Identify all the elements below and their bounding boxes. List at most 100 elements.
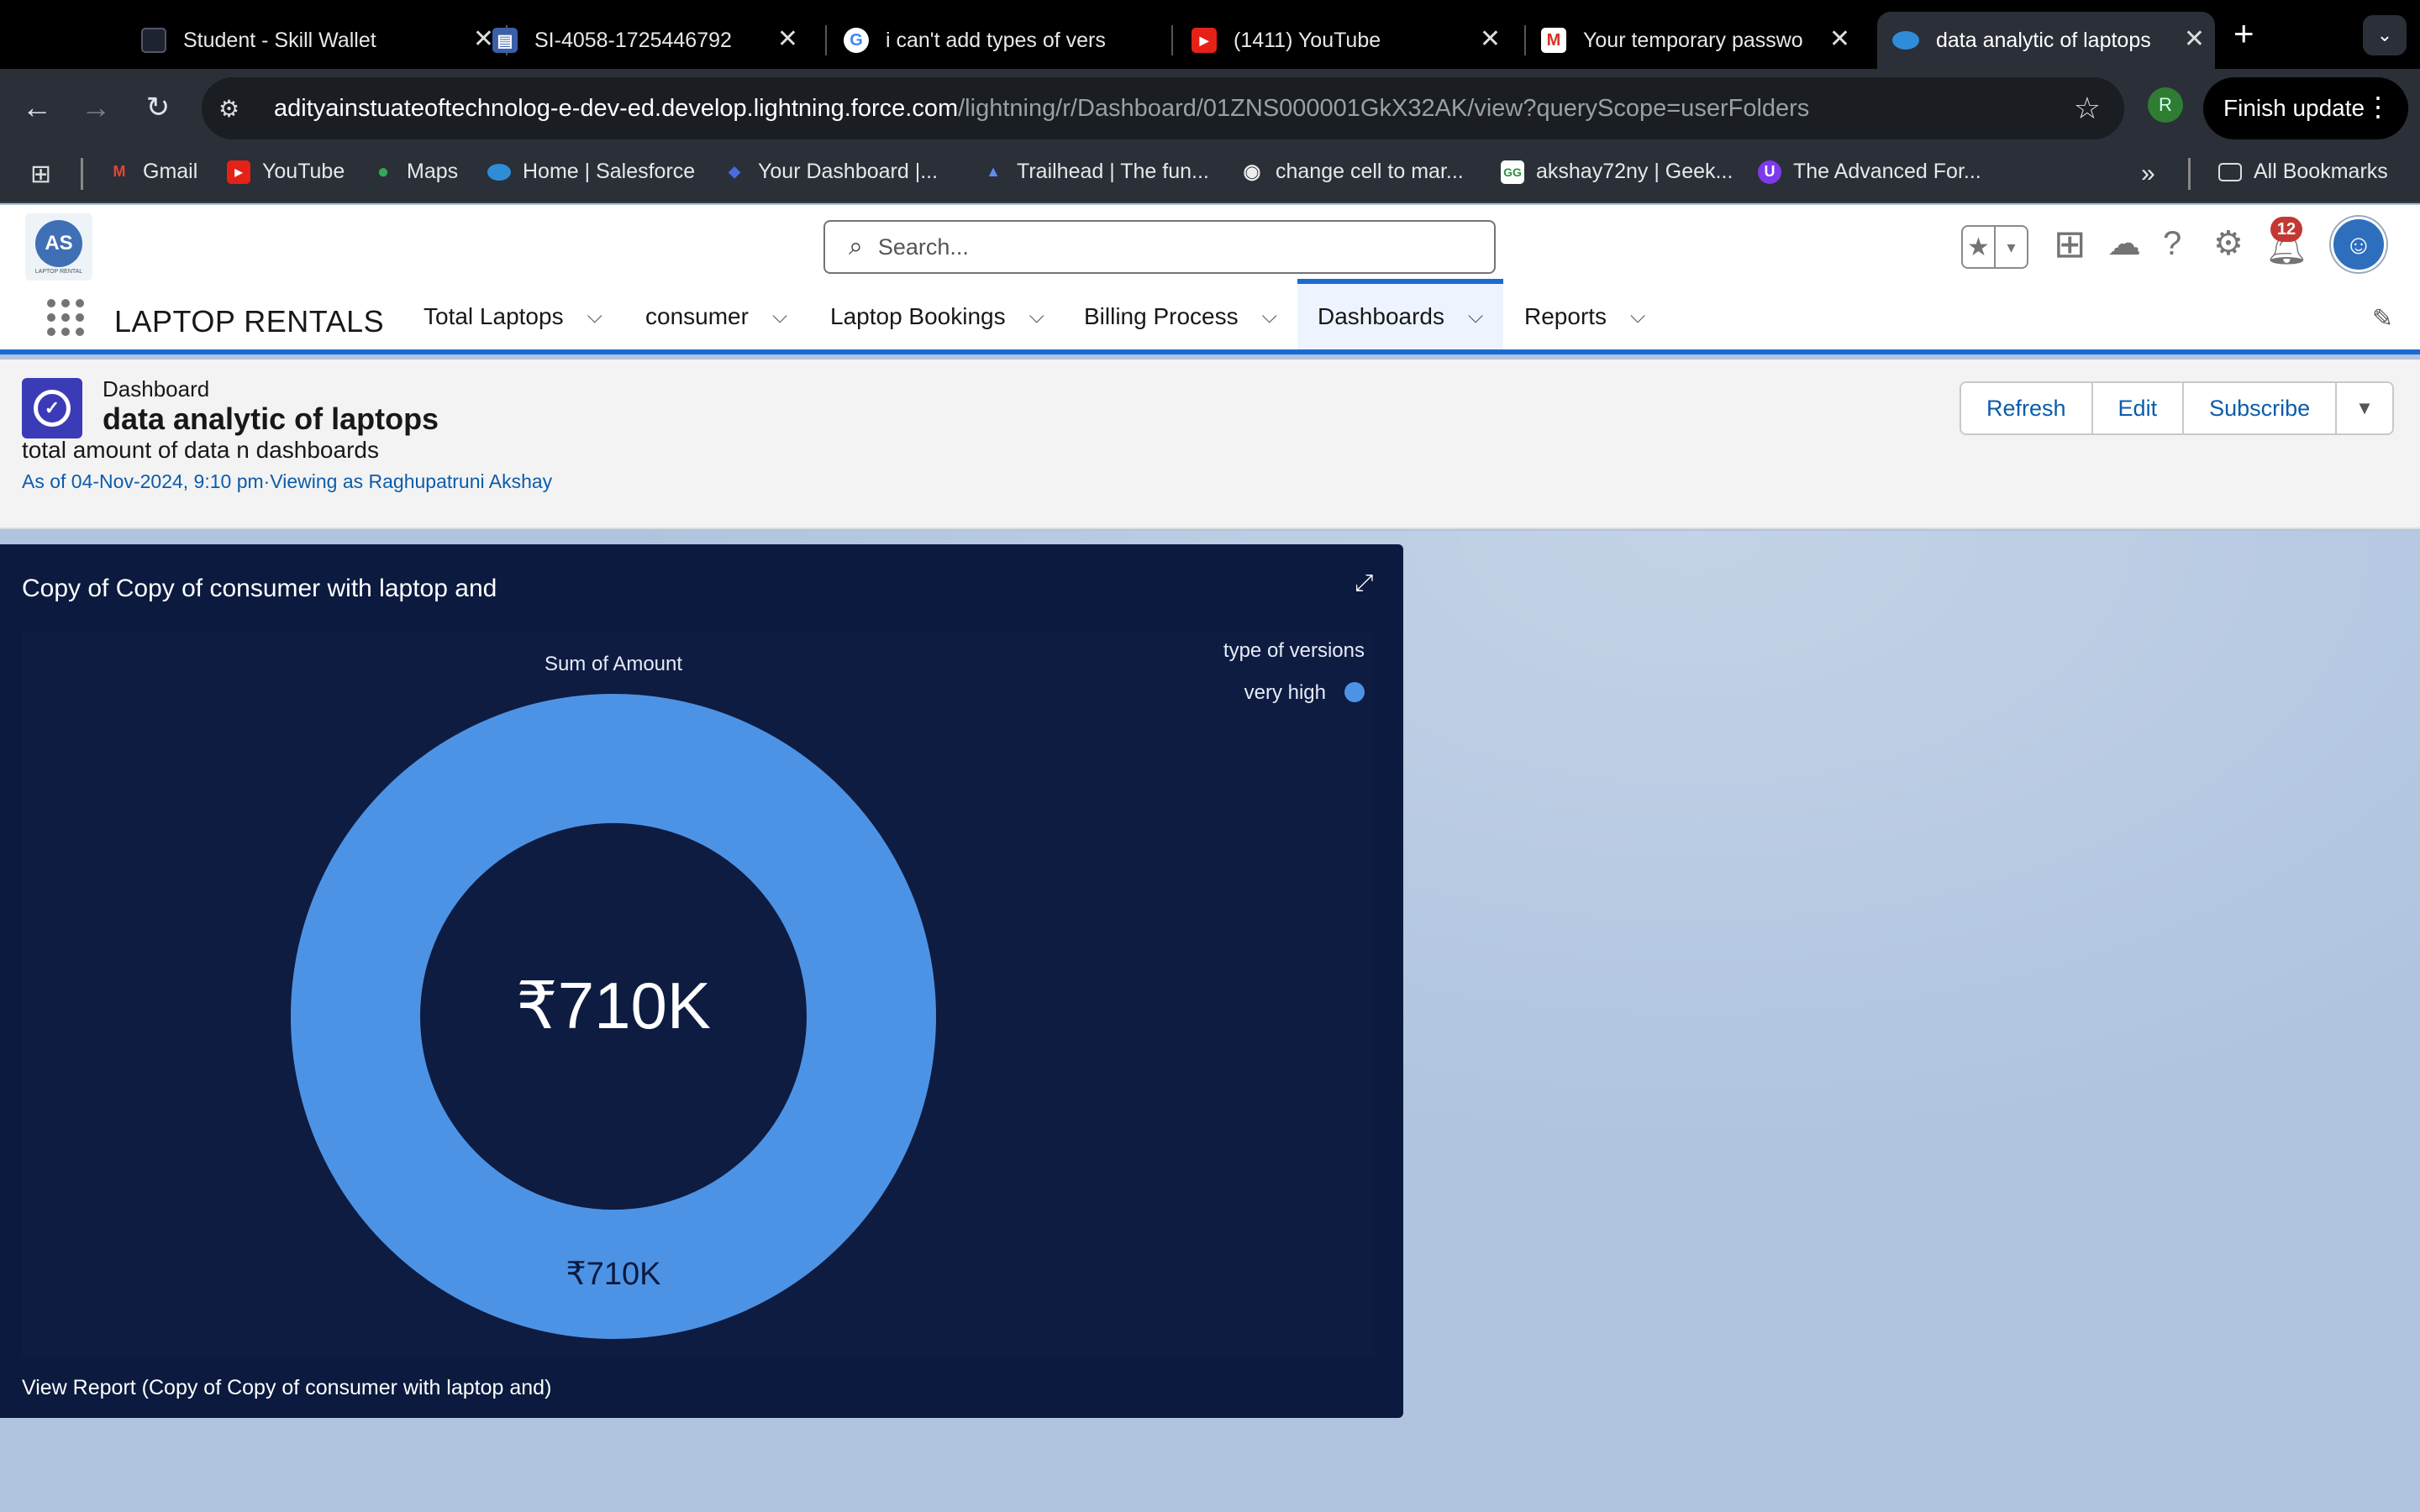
bookmark-change-cell[interactable]: ◉ change cell to mar... xyxy=(1240,160,1464,184)
trailhead-mountain-icon: ▲ xyxy=(986,163,1001,180)
browser-tab[interactable]: M Your temporary passwo ✕ xyxy=(1541,12,1860,69)
refresh-button[interactable]: Refresh xyxy=(1961,383,2093,433)
apps-grid-icon[interactable]: ⊞ xyxy=(30,160,51,189)
view-report-link[interactable]: View Report (Copy of Copy of consumer wi… xyxy=(22,1376,551,1400)
global-actions-add-icon[interactable]: ⊞ xyxy=(2054,222,2086,265)
chevron-down-icon[interactable]: ⌵ xyxy=(1630,305,1645,328)
chevron-down-icon[interactable]: ⌵ xyxy=(587,305,602,328)
nav-tab-consumer[interactable]: consumer ⌵ xyxy=(625,284,808,349)
notification-count-badge: 12 xyxy=(2270,217,2302,242)
nav-tab-label: consumer xyxy=(645,303,749,329)
dashboard-actions: Refresh Edit Subscribe ▼ xyxy=(1960,381,2394,435)
salesforce-cloud-favicon-icon xyxy=(1892,31,1919,50)
more-actions-dropdown-icon[interactable]: ▼ xyxy=(2337,383,2392,433)
setup-gear-icon[interactable]: ⚙ xyxy=(2213,222,2244,265)
org-logo[interactable]: AS LAPTOP RENTAL xyxy=(25,213,92,281)
all-bookmarks[interactable]: All Bookmarks xyxy=(2218,160,2388,184)
forward-arrow-icon[interactable]: → xyxy=(76,87,116,128)
close-icon[interactable]: ✕ xyxy=(777,27,798,52)
dashboard-header: ✓ Dashboard data analytic of laptops tot… xyxy=(0,360,2420,529)
nav-tab-label: Billing Process xyxy=(1084,303,1239,329)
tab-separator xyxy=(825,25,827,55)
all-bookmarks-label: All Bookmarks xyxy=(2254,160,2388,183)
address-bar[interactable]: ⚙ adityainstuateoftechnolog-e-dev-ed.dev… xyxy=(202,77,2124,139)
bookmark-label: akshay72ny | Geek... xyxy=(1536,160,1733,183)
subscribe-button[interactable]: Subscribe xyxy=(2184,383,2338,433)
profile-avatar[interactable]: R xyxy=(2148,87,2183,123)
help-question-icon[interactable]: ? xyxy=(2163,222,2181,265)
gmail-icon: M xyxy=(113,163,126,180)
more-bookmarks-chevron-icon[interactable]: » xyxy=(2141,160,2155,188)
youtube-favicon-icon: ▶ xyxy=(1192,28,1217,53)
donut-chart: Sum of Amount type of versions very high… xyxy=(22,632,1375,1357)
new-tab-icon[interactable]: + xyxy=(2233,15,2254,52)
close-icon[interactable]: ✕ xyxy=(1480,27,1501,52)
app-launcher-waffle-icon[interactable] xyxy=(47,299,84,336)
nav-tab-laptop-bookings[interactable]: Laptop Bookings ⌵ xyxy=(810,284,1065,349)
favorites-button[interactable]: ★ ▾ xyxy=(1961,225,2028,269)
tab-title: Your temporary passwo xyxy=(1583,28,1803,52)
bookmark-youtube[interactable]: ▶ YouTube xyxy=(227,160,345,184)
favorites-dropdown-icon[interactable]: ▾ xyxy=(1994,227,2027,267)
bookmark-label: Maps xyxy=(407,160,459,183)
bookmark-separator xyxy=(2188,158,2191,190)
search-input[interactable] xyxy=(877,234,1449,260)
bookmark-star-icon[interactable]: ☆ xyxy=(2074,91,2101,126)
nav-tab-total-laptops[interactable]: Total Laptops ⌵ xyxy=(403,284,623,349)
edit-button[interactable]: Edit xyxy=(2092,383,2185,433)
expand-icon[interactable]: ⤢ xyxy=(1355,570,1373,597)
chevron-down-icon[interactable]: ⌵ xyxy=(1029,305,1044,328)
bookmark-maps[interactable]: ● Maps xyxy=(371,160,458,184)
folder-icon xyxy=(2218,162,2242,181)
favorites-star-icon[interactable]: ★ xyxy=(1963,227,1994,267)
close-icon[interactable]: ✕ xyxy=(1829,27,1850,52)
bookmark-label: Home | Salesforce xyxy=(523,160,696,183)
trailhead-guidance-icon[interactable]: ☁ xyxy=(2107,222,2141,265)
nav-tab-reports[interactable]: Reports ⌵ xyxy=(1504,284,1665,349)
finish-update-label: Finish update xyxy=(2223,95,2365,121)
site-settings-icon[interactable]: ⚙ xyxy=(218,95,245,123)
finish-update-button[interactable]: Finish update ⋮ xyxy=(2203,77,2408,139)
search-icon: ⌕ xyxy=(849,233,863,260)
tab-search-chevron-icon[interactable]: ⌄ xyxy=(2363,15,2407,55)
browser-tab-strip: Student - Skill Wallet ✕ ▤ SI-4058-17254… xyxy=(0,0,2420,69)
browser-tab[interactable]: ▶ (1411) YouTube ✕ xyxy=(1192,12,1511,69)
chevron-down-icon[interactable]: ⌵ xyxy=(1262,305,1277,328)
url-text[interactable]: adityainstuateoftechnolog-e-dev-ed.devel… xyxy=(274,95,1809,123)
edit-nav-pencil-icon[interactable]: ✎ xyxy=(2372,304,2393,333)
global-search[interactable]: ⌕ xyxy=(823,220,1496,274)
browser-toolbar: ← → ↻ ⚙ adityainstuateoftechnolog-e-dev-… xyxy=(0,69,2420,146)
close-icon[interactable]: ✕ xyxy=(2184,27,2205,52)
donut-center-label: ₹710K xyxy=(516,969,711,1042)
user-avatar[interactable]: ☺ xyxy=(2331,217,2386,272)
bookmark-your-dashboard[interactable]: ◆ Your Dashboard |... xyxy=(723,160,938,184)
salesforce-global-header: AS LAPTOP RENTAL ⌕ ★ ▾ ⊞ ☁ ? ⚙ 🔔︎ 12 ☺ xyxy=(0,205,2420,284)
close-icon[interactable]: ✕ xyxy=(473,27,494,52)
back-arrow-icon[interactable]: ← xyxy=(17,87,57,128)
nav-tab-label: Laptop Bookings xyxy=(830,303,1006,329)
chevron-down-icon[interactable]: ⌵ xyxy=(772,305,787,328)
browser-tab[interactable]: ▤ SI-4058-1725446792 ✕ xyxy=(492,12,808,69)
chart-title: Sum of Amount xyxy=(544,653,682,675)
reload-icon[interactable]: ↻ xyxy=(138,87,178,128)
bookmark-label: YouTube xyxy=(262,160,345,183)
bookmark-advanced-for[interactable]: U The Advanced For... xyxy=(1758,160,1981,184)
donut-chart-svg: Sum of Amount type of versions very high… xyxy=(291,639,1365,1339)
document-favicon-icon: ▤ xyxy=(492,28,518,53)
bookmark-label: change cell to mar... xyxy=(1276,160,1464,183)
nav-tab-dashboards[interactable]: Dashboards ⌵ xyxy=(1297,279,1504,349)
bookmark-geeks[interactable]: GG akshay72ny | Geek... xyxy=(1501,160,1733,184)
bookmark-separator xyxy=(81,158,83,190)
legend-entry-label[interactable]: very high xyxy=(1244,681,1326,704)
chevron-down-icon[interactable]: ⌵ xyxy=(1468,305,1483,328)
nav-tab-billing-process[interactable]: Billing Process ⌵ xyxy=(1064,284,1297,349)
logo-subtext: LAPTOP RENTAL xyxy=(34,268,83,275)
kebab-menu-icon: ⋮ xyxy=(2365,92,2391,122)
bookmark-salesforce-home[interactable]: Home | Salesforce xyxy=(487,160,695,184)
slice-value-label: ₹710K xyxy=(566,1257,661,1292)
browser-tab[interactable]: Student - Skill Wallet ✕ xyxy=(141,12,504,69)
bookmark-trailhead[interactable]: ▲ Trailhead | The fun... xyxy=(981,160,1209,184)
browser-tab-active[interactable]: data analytic of laptops ✕ xyxy=(1877,12,2215,69)
browser-tab[interactable]: G i can't add types of vers xyxy=(844,12,1166,69)
bookmark-gmail[interactable]: M Gmail xyxy=(108,160,198,184)
